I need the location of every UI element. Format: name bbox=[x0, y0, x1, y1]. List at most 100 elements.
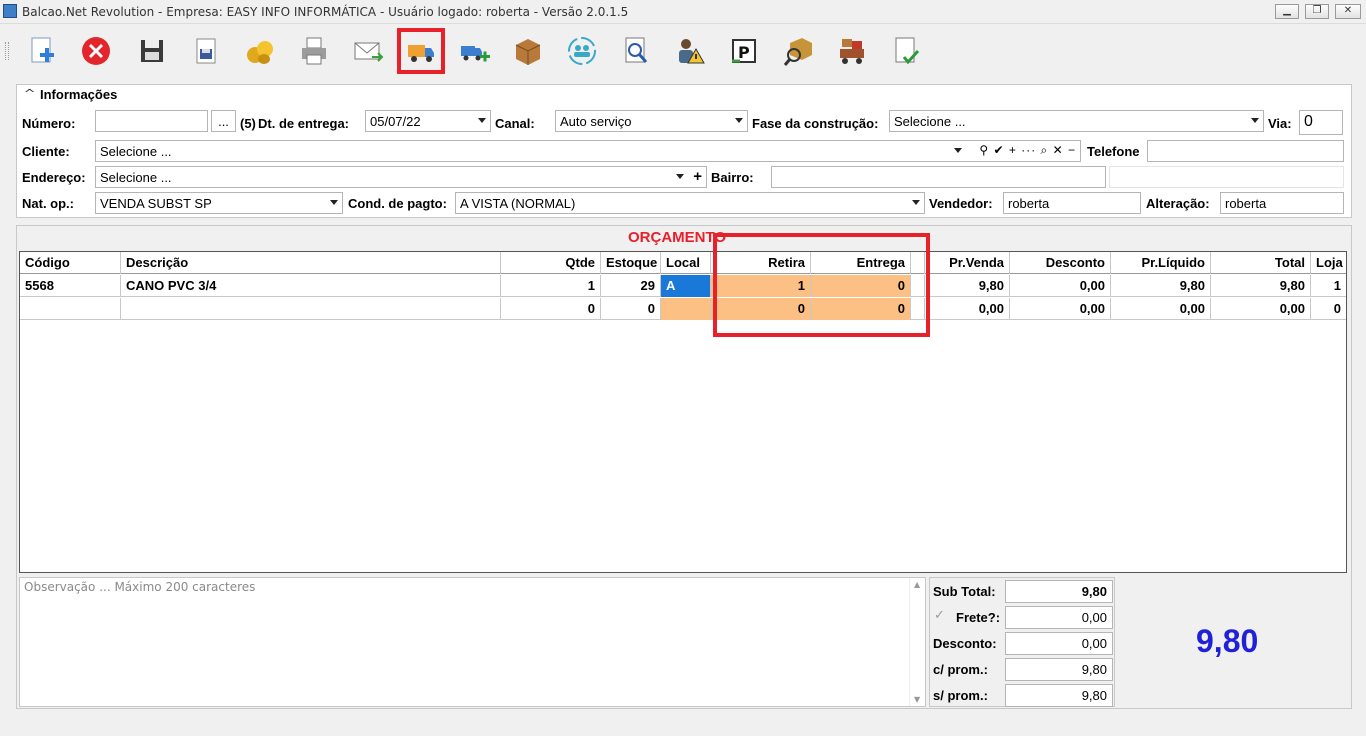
cell-local[interactable]: A bbox=[661, 275, 711, 297]
coins-icon[interactable] bbox=[240, 32, 280, 70]
table-row[interactable]: 5568 CANO PVC 3/4 1 29 A 1 0 9,80 0,00 9… bbox=[20, 275, 1346, 297]
canal-select[interactable]: Auto serviço bbox=[555, 110, 748, 132]
cell-prvenda[interactable]: 0,00 bbox=[925, 298, 1010, 320]
vendedor-label: Vendedor: bbox=[929, 196, 993, 211]
alteracao-input[interactable]: roberta bbox=[1220, 192, 1344, 214]
big-total: 9,80 bbox=[1196, 623, 1259, 659]
observacao-textarea[interactable]: Observação ... Máximo 200 caracteres ▲ ▼ bbox=[19, 577, 926, 707]
cell-total[interactable]: 0,00 bbox=[1211, 298, 1311, 320]
col-estoque[interactable]: Estoque bbox=[601, 252, 661, 274]
cancel-icon[interactable] bbox=[76, 32, 116, 70]
save-as-icon[interactable] bbox=[186, 32, 226, 70]
report-icon[interactable]: P bbox=[724, 32, 764, 70]
col-total[interactable]: Total bbox=[1211, 252, 1311, 274]
minimize-button[interactable]: ▁ bbox=[1275, 4, 1299, 19]
endereco-select[interactable]: Selecione ... + bbox=[95, 166, 707, 188]
box-search-icon[interactable] bbox=[778, 32, 818, 70]
cliente-tools[interactable]: ⚲ ✔ + ··· ⌕ ✕ − bbox=[979, 143, 1076, 158]
observacao-scrollbar[interactable]: ▲ ▼ bbox=[909, 578, 925, 706]
desconto-value[interactable]: 0,00 bbox=[1005, 632, 1113, 655]
cell-prvenda[interactable]: 9,80 bbox=[925, 275, 1010, 297]
search-doc-icon[interactable] bbox=[616, 32, 656, 70]
fase-label: Fase da construção: bbox=[752, 116, 879, 131]
highlight-box bbox=[713, 233, 930, 337]
col-desconto[interactable]: Desconto bbox=[1010, 252, 1111, 274]
observacao-placeholder: Observação ... Máximo 200 caracteres bbox=[24, 580, 256, 594]
toolbar-grip[interactable] bbox=[5, 42, 9, 60]
cell-loja[interactable]: 0 bbox=[1311, 298, 1346, 320]
doc-check-icon[interactable] bbox=[886, 32, 926, 70]
orcamento-title: ORÇAMENTO bbox=[628, 229, 727, 246]
svg-text:P: P bbox=[738, 43, 750, 62]
frete-value[interactable]: 0,00 bbox=[1005, 606, 1113, 629]
chevron-down-icon bbox=[330, 200, 338, 205]
col-qtde[interactable]: Qtde bbox=[501, 252, 601, 274]
cell-descricao[interactable] bbox=[121, 298, 501, 320]
cell-loja[interactable]: 1 bbox=[1311, 275, 1346, 297]
condpagto-value: A VISTA (NORMAL) bbox=[460, 196, 576, 211]
new-doc-icon[interactable] bbox=[22, 32, 62, 70]
chevron-down-icon bbox=[912, 200, 920, 205]
box-icon[interactable] bbox=[508, 32, 548, 70]
truck-icon[interactable] bbox=[397, 28, 445, 74]
vendedor-input[interactable]: roberta bbox=[1003, 192, 1141, 214]
collapse-icon[interactable]: ^ bbox=[24, 87, 36, 100]
toolbar: P bbox=[0, 28, 1366, 74]
cell-qtde[interactable]: 0 bbox=[501, 298, 601, 320]
print-icon[interactable] bbox=[294, 32, 334, 70]
app-icon bbox=[3, 4, 17, 18]
condpagto-select[interactable]: A VISTA (NORMAL) bbox=[455, 192, 925, 214]
cell-prliquido[interactable]: 9,80 bbox=[1111, 275, 1211, 297]
dt-entrega-select[interactable]: 05/07/22 bbox=[365, 110, 491, 132]
frete-checkbox[interactable]: ✓ bbox=[934, 608, 945, 623]
bairro-label: Bairro: bbox=[711, 170, 754, 185]
col-prvenda[interactable]: Pr.Venda bbox=[925, 252, 1010, 274]
bairro-input[interactable] bbox=[771, 166, 1106, 188]
cell-desconto[interactable]: 0,00 bbox=[1010, 275, 1111, 297]
maximize-button[interactable]: ❐ bbox=[1305, 4, 1329, 19]
cell-desconto[interactable]: 0,00 bbox=[1010, 298, 1111, 320]
numero-lookup-button[interactable]: ... bbox=[211, 110, 236, 132]
delivery-cart-icon[interactable] bbox=[832, 32, 872, 70]
col-local[interactable]: Local bbox=[661, 252, 711, 274]
sprom-value: 9,80 bbox=[1005, 684, 1113, 707]
chevron-down-icon bbox=[676, 174, 684, 179]
cliente-value: Selecione ... bbox=[100, 144, 172, 159]
cell-local[interactable] bbox=[661, 298, 711, 320]
cell-codigo[interactable]: 5568 bbox=[20, 275, 121, 297]
scroll-up-icon[interactable]: ▲ bbox=[914, 580, 920, 589]
col-prliquido[interactable]: Pr.Líquido bbox=[1111, 252, 1211, 274]
fase-value: Selecione ... bbox=[894, 114, 966, 129]
via-input[interactable]: 0 bbox=[1299, 110, 1343, 135]
fase-select[interactable]: Selecione ... bbox=[889, 110, 1264, 132]
cell-total[interactable]: 9,80 bbox=[1211, 275, 1311, 297]
user-warning-icon[interactable] bbox=[670, 32, 710, 70]
col-descricao[interactable]: Descrição bbox=[121, 252, 501, 274]
endereco-label: Endereço: bbox=[22, 170, 86, 185]
condpagto-label: Cond. de pagto: bbox=[348, 196, 447, 211]
section-title: Informações bbox=[40, 87, 118, 102]
table-row[interactable]: 0 0 0 0 0,00 0,00 0,00 0,00 0 bbox=[20, 298, 1346, 320]
email-icon[interactable] bbox=[348, 32, 388, 70]
cell-estoque[interactable]: 0 bbox=[601, 298, 661, 320]
natop-select[interactable]: VENDA SUBST SP bbox=[95, 192, 343, 214]
endereco-value: Selecione ... bbox=[100, 170, 172, 185]
save-icon[interactable] bbox=[132, 32, 172, 70]
cell-qtde[interactable]: 1 bbox=[501, 275, 601, 297]
bairro-extra-field bbox=[1109, 166, 1344, 188]
cell-prliquido[interactable]: 0,00 bbox=[1111, 298, 1211, 320]
cell-estoque[interactable]: 29 bbox=[601, 275, 661, 297]
endereco-add-button[interactable]: + bbox=[693, 168, 702, 185]
scroll-down-icon[interactable]: ▼ bbox=[914, 695, 920, 704]
col-codigo[interactable]: Código bbox=[20, 252, 121, 274]
close-button[interactable]: ✕ bbox=[1335, 4, 1361, 19]
numero-input[interactable] bbox=[95, 110, 208, 132]
col-loja[interactable]: Loja bbox=[1311, 252, 1346, 274]
cliente-select[interactable]: Selecione ... ⚲ ✔ + ··· ⌕ ✕ − bbox=[95, 140, 1081, 162]
truck-add-icon[interactable] bbox=[454, 32, 494, 70]
cell-descricao[interactable]: CANO PVC 3/4 bbox=[121, 275, 501, 297]
cell-codigo[interactable] bbox=[20, 298, 121, 320]
grid-header: Código Descrição Qtde Estoque Local Reti… bbox=[20, 252, 1346, 274]
users-sync-icon[interactable] bbox=[562, 32, 602, 70]
telefone-input[interactable] bbox=[1147, 140, 1344, 162]
